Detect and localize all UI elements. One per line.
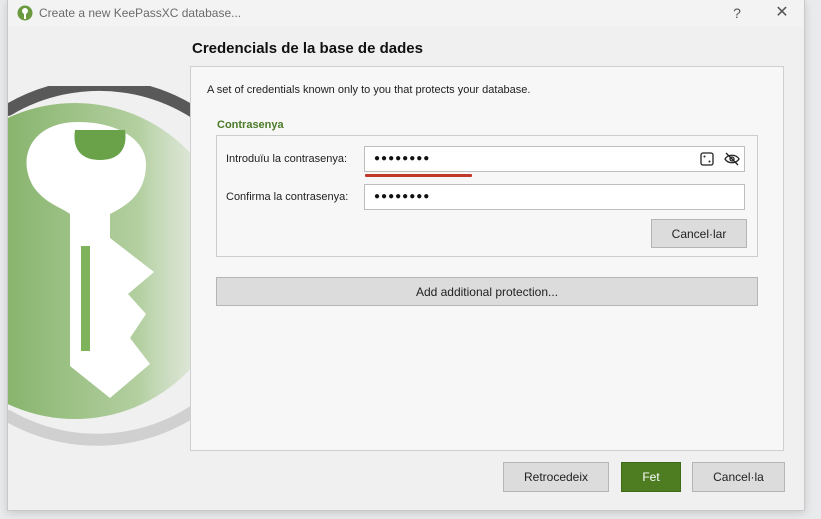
keepassxc-app-icon [17,5,33,21]
window-title: Create a new KeePassXC database... [39,6,242,20]
cancel-password-button[interactable]: Cancel·lar [651,219,747,248]
confirm-password-value: ●●●●●●●● [374,191,431,202]
done-button[interactable]: Fet [621,462,681,492]
password-group-title: Contrasenya [217,119,284,131]
back-button[interactable]: Retrocedeix [503,462,609,492]
cancel-button[interactable]: Cancel·la [692,462,785,492]
page-title: Credencials de la base de dades [192,40,423,57]
enter-password-label: Introduïu la contrasenya: [226,153,348,165]
page-description: A set of credentials known only to you t… [207,84,531,96]
confirm-password-label: Confirma la contrasenya: [226,191,349,203]
password-group: Introduïu la contrasenya: ●●●●●●●● Confi… [216,135,758,257]
enter-password-field[interactable]: ●●●●●●●● [364,146,745,177]
credentials-panel: A set of credentials known only to you t… [190,66,784,451]
add-protection-button[interactable]: Add additional protection... [216,277,758,306]
confirm-password-field[interactable]: ●●●●●●●● [364,184,745,210]
title-bar: Create a new KeePassXC database... ? ✕ [8,0,804,26]
password-strength-bar [365,174,472,177]
password-generator-icon[interactable] [699,152,715,166]
new-database-dialog: Create a new KeePassXC database... ? ✕ C… [7,0,805,511]
enter-password-value: ●●●●●●●● [374,153,431,164]
help-button[interactable]: ? [726,3,748,23]
toggle-visibility-icon[interactable] [724,152,740,166]
close-button[interactable]: ✕ [771,3,793,23]
